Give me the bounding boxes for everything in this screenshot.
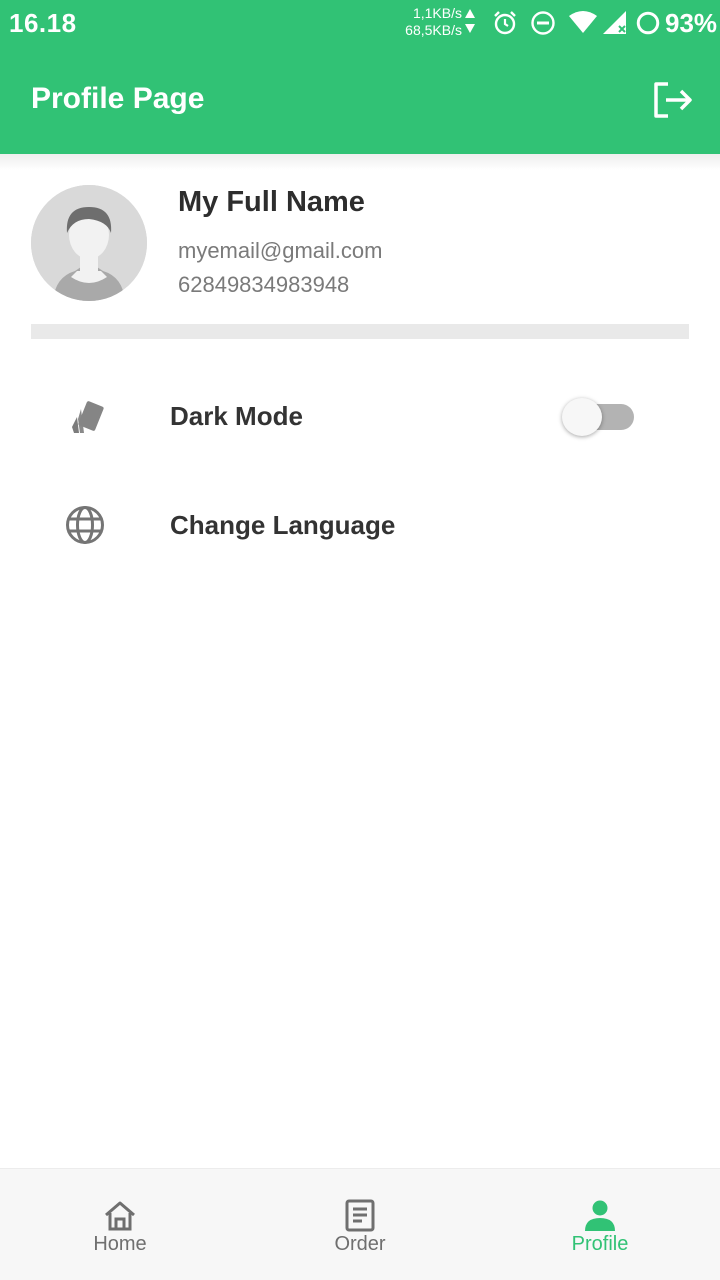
page-title: Profile Page [31, 82, 205, 115]
nav-item-home[interactable]: Home [0, 1169, 240, 1280]
header-shadow [0, 154, 720, 170]
network-speed: 1,1KB/s 68,5KB/s [392, 5, 462, 39]
avatar [31, 185, 147, 301]
globe-icon [66, 506, 104, 544]
signal-icon [603, 11, 626, 34]
nav-item-profile[interactable]: Profile [480, 1169, 720, 1280]
wifi-icon [569, 11, 597, 33]
order-icon [345, 1199, 375, 1232]
battery-percentage: 93% [665, 8, 718, 38]
download-speed: 68,5KB/s [405, 22, 462, 38]
home-icon [105, 1201, 135, 1231]
default-avatar-icon [31, 185, 147, 301]
nav-item-order[interactable]: Order [240, 1169, 480, 1280]
person-icon [585, 1200, 615, 1231]
logout-icon[interactable] [648, 78, 696, 122]
profile-phone: 62849834983948 [178, 272, 350, 297]
toggle-thumb [562, 398, 602, 436]
setting-change-language[interactable]: Change Language [0, 475, 720, 575]
bottom-navigation: Home Order Profile [0, 1168, 720, 1280]
nav-label: Order [334, 1233, 386, 1255]
setting-label: Dark Mode [170, 401, 303, 431]
app-header: 16.18 1,1KB/s 68,5KB/s 93% Profile Page [0, 0, 720, 154]
profile-email: myemail@gmail.com [178, 238, 383, 263]
dark-mode-toggle[interactable] [562, 398, 636, 436]
section-divider [31, 324, 689, 339]
data-transfer-icon [465, 9, 475, 33]
upload-speed: 1,1KB/s [412, 5, 462, 21]
setting-label: Change Language [170, 510, 396, 540]
status-time: 16.18 [9, 8, 77, 38]
nav-label: Home [93, 1233, 147, 1255]
profile-name: My Full Name [178, 186, 365, 218]
do-not-disturb-icon [531, 11, 555, 35]
nav-label: Profile [571, 1233, 629, 1255]
battery-icon [636, 11, 660, 35]
palette-icon [72, 401, 104, 433]
alarm-icon [494, 11, 516, 35]
status-bar: 16.18 1,1KB/s 68,5KB/s 93% [0, 0, 720, 48]
